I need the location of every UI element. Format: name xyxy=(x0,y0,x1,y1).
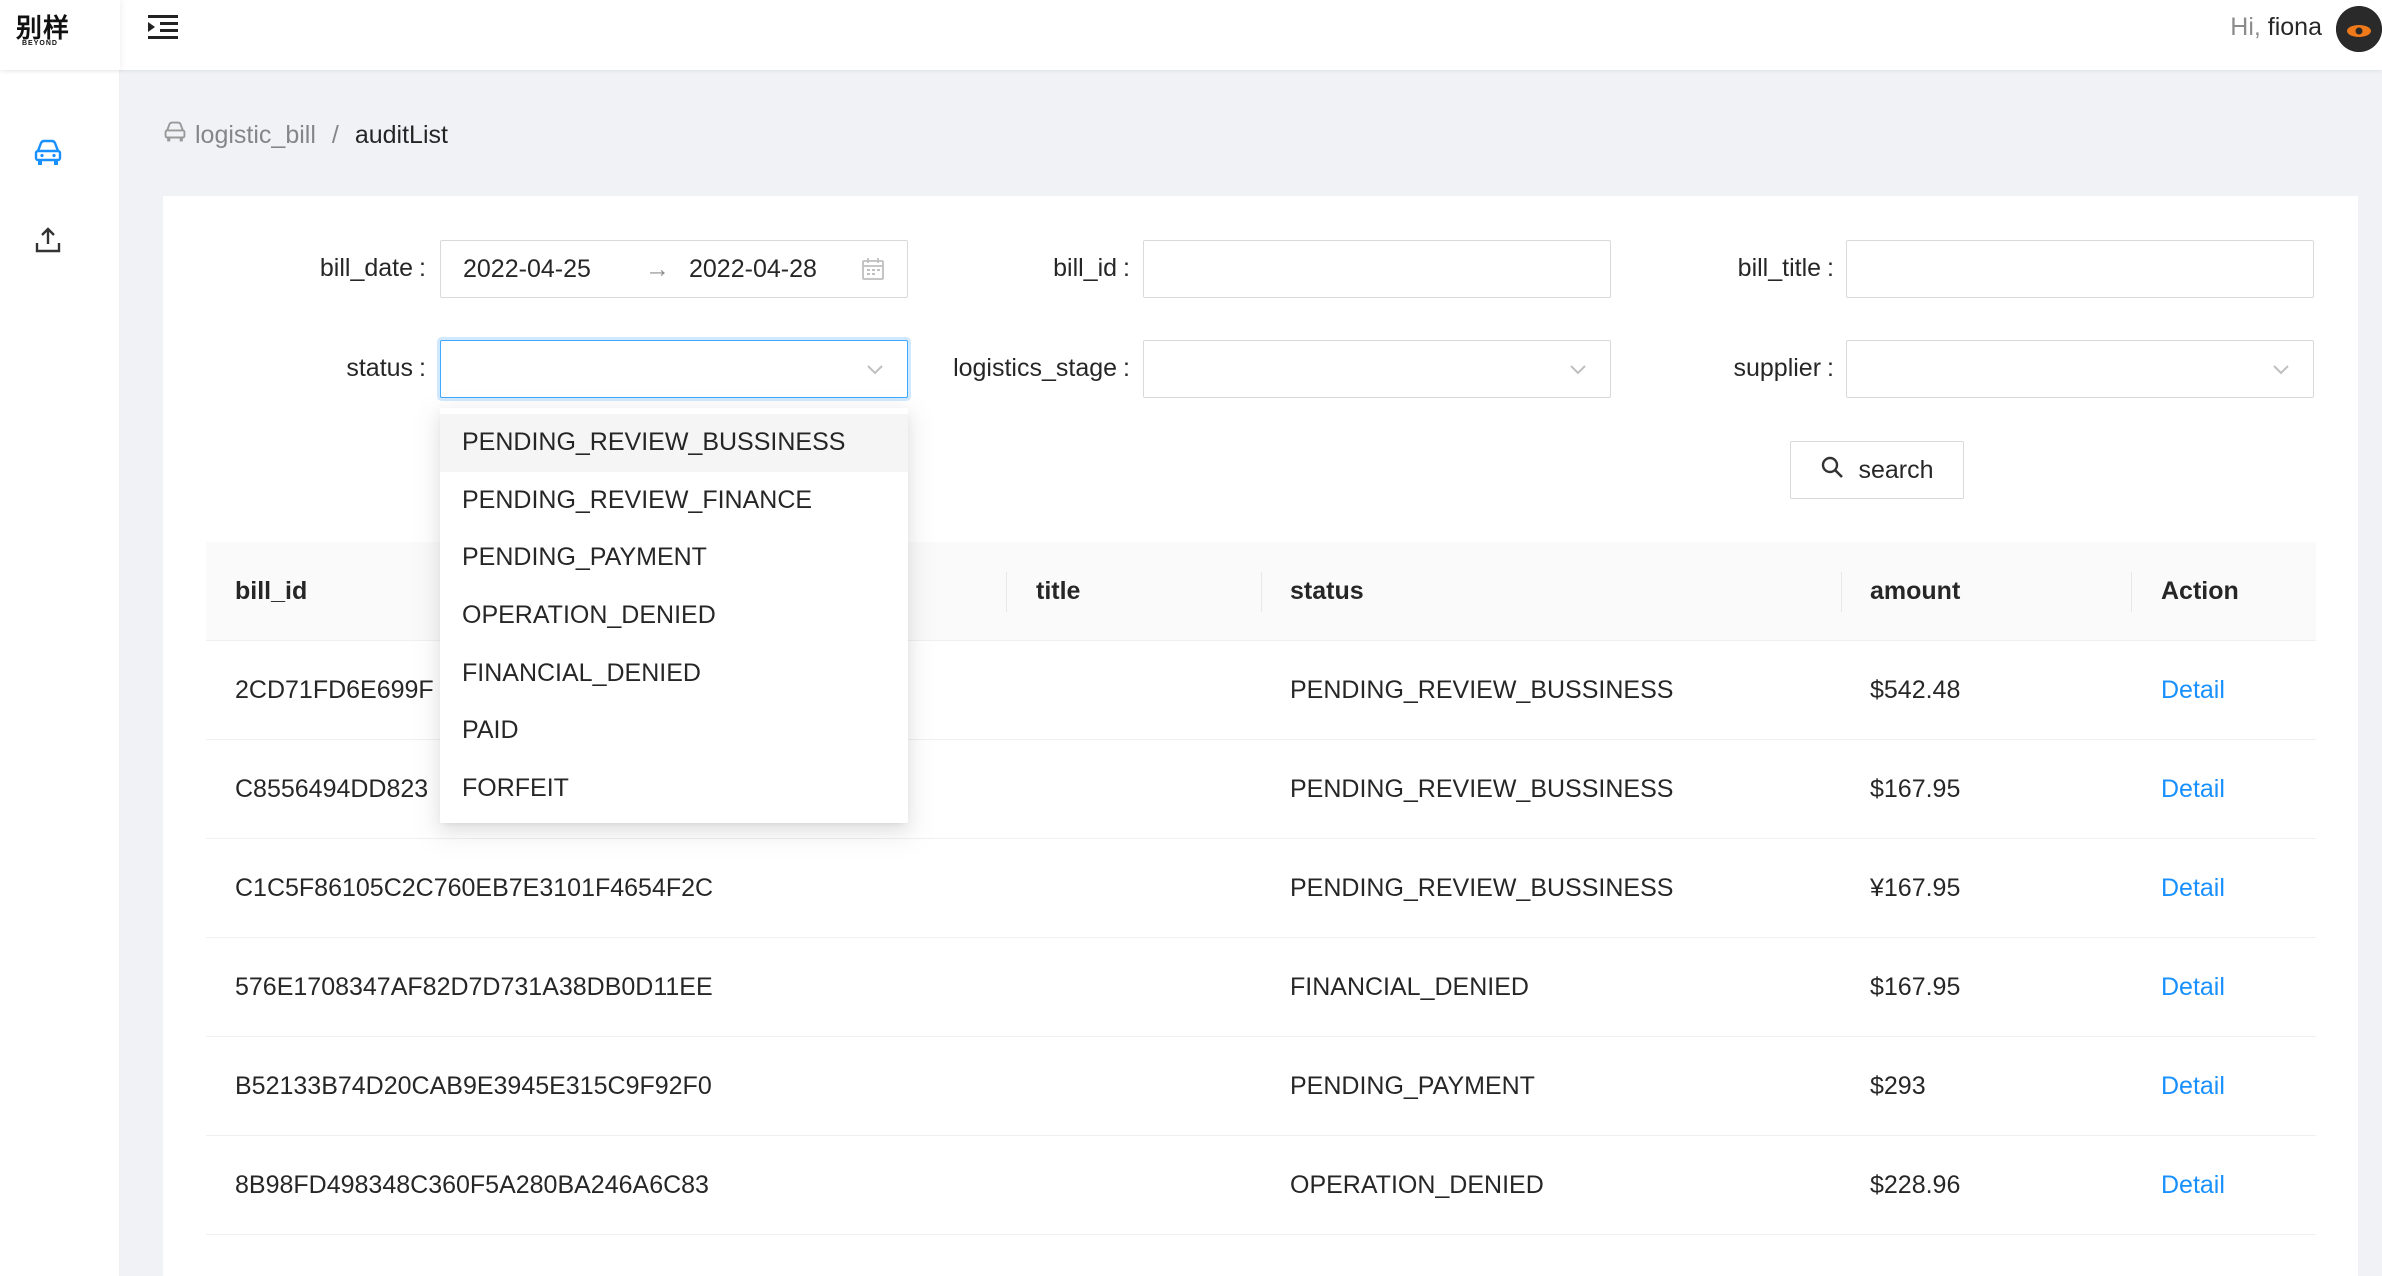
table-row: C1C5F86105C2C760EB7E3101F4654F2C PENDING… xyxy=(206,839,2316,938)
cell-bill-id: 576E1708347AF82D7D731A38DB0D11EE xyxy=(235,973,713,1001)
cell-status: PENDING_REVIEW_BUSSINESS xyxy=(1290,775,1674,803)
cell-bill-id: C1C5F86105C2C760EB7E3101F4654F2C xyxy=(235,874,714,902)
search-button[interactable]: search xyxy=(1790,441,1964,499)
cell-amount: ¥167.95 xyxy=(1870,874,1961,902)
breadcrumb: logistic_bill / auditList xyxy=(163,118,448,152)
status-select[interactable] xyxy=(440,340,908,398)
bill-id-label: bill_id: xyxy=(1053,254,1130,282)
top-header: 别样 BEYOND Hi, fiona xyxy=(0,0,2382,70)
column-divider xyxy=(1261,572,1262,612)
detail-link[interactable]: Detail xyxy=(2161,1136,2225,1235)
bill-date-range-picker[interactable]: 2022-04-25 → 2022-04-28 xyxy=(440,240,908,298)
sidebar-item-logistic-bill[interactable] xyxy=(26,133,70,177)
user-greeting[interactable]: Hi, fiona xyxy=(2230,13,2322,42)
breadcrumb-current: auditList xyxy=(354,120,448,149)
column-header-bill-id: bill_id xyxy=(235,577,308,605)
table-row: 576E1708347AF82D7D731A38DB0D11EE FINANCI… xyxy=(206,938,2316,1037)
column-divider xyxy=(1841,572,1842,612)
cell-amount: $293 xyxy=(1870,1072,1926,1100)
logistics-stage-select[interactable] xyxy=(1143,340,1611,398)
breadcrumb-separator: / xyxy=(331,120,339,149)
sidebar xyxy=(0,70,120,1276)
bill-date-start[interactable]: 2022-04-25 xyxy=(463,255,591,284)
cell-bill-id: 2CD71FD6E699F xyxy=(235,676,434,704)
bill-id-input[interactable] xyxy=(1143,240,1611,298)
date-range-arrow: → xyxy=(645,255,670,283)
cell-amount: $542.48 xyxy=(1870,676,1961,704)
user-name: fiona xyxy=(2267,13,2322,41)
car-icon xyxy=(33,139,63,172)
status-option[interactable]: PENDING_REVIEW_BUSSINESS xyxy=(440,414,908,472)
detail-link[interactable]: Detail xyxy=(2161,938,2225,1037)
status-option[interactable]: FINANCIAL_DENIED xyxy=(440,645,908,703)
supplier-label: supplier: xyxy=(1733,354,1834,382)
chevron-down-icon xyxy=(1568,359,1588,384)
status-option[interactable]: PAID xyxy=(440,702,908,760)
logistics-stage-label: logistics_stage: xyxy=(953,354,1130,382)
chevron-down-icon xyxy=(2271,359,2291,384)
calendar-icon xyxy=(861,257,885,286)
status-label: status: xyxy=(346,354,426,382)
status-dropdown-menu: PENDING_REVIEW_BUSSINESS PENDING_REVIEW_… xyxy=(440,408,908,823)
cell-amount: $167.95 xyxy=(1870,973,1961,1001)
status-option[interactable]: FORFEIT xyxy=(440,760,908,818)
cell-status: PENDING_PAYMENT xyxy=(1290,1072,1535,1100)
column-divider xyxy=(2131,572,2132,612)
status-option[interactable]: OPERATION_DENIED xyxy=(440,587,908,645)
status-option[interactable]: PENDING_PAYMENT xyxy=(440,529,908,587)
bill-date-end[interactable]: 2022-04-28 xyxy=(689,255,817,284)
menu-unfold-icon[interactable] xyxy=(146,12,182,42)
bill-title-input[interactable] xyxy=(1846,240,2314,298)
brand-logo[interactable]: 别样 BEYOND xyxy=(0,0,120,70)
cell-status: PENDING_REVIEW_BUSSINESS xyxy=(1290,874,1674,902)
column-header-status: status xyxy=(1290,577,1364,605)
bill-date-label: bill_date: xyxy=(319,254,426,282)
search-button-label: search xyxy=(1858,455,1934,484)
supplier-select[interactable] xyxy=(1846,340,2314,398)
greeting-hi: Hi, xyxy=(2230,13,2261,41)
sidebar-item-upload[interactable] xyxy=(26,220,70,264)
table-row: 8B98FD498348C360F5A280BA246A6C83 OPERATI… xyxy=(206,1136,2316,1235)
detail-link[interactable]: Detail xyxy=(2161,1037,2225,1136)
breadcrumb-root-label: logistic_bill xyxy=(195,120,316,149)
column-header-title: title xyxy=(1036,577,1081,605)
logo-text-en: BEYOND xyxy=(22,40,58,47)
column-header-amount: amount xyxy=(1870,577,1961,605)
cell-status: OPERATION_DENIED xyxy=(1290,1171,1544,1199)
detail-link[interactable]: Detail xyxy=(2161,839,2225,938)
column-divider xyxy=(1006,572,1007,612)
cell-status: FINANCIAL_DENIED xyxy=(1290,973,1529,1001)
car-icon xyxy=(163,121,187,150)
avatar[interactable] xyxy=(2336,6,2382,52)
cell-status: PENDING_REVIEW_BUSSINESS xyxy=(1290,676,1674,704)
detail-link[interactable]: Detail xyxy=(2161,641,2225,740)
cell-bill-id: 8B98FD498348C360F5A280BA246A6C83 xyxy=(235,1171,709,1199)
search-icon xyxy=(1820,455,1844,486)
cell-amount: $228.96 xyxy=(1870,1171,1961,1199)
column-header-action: Action xyxy=(2161,577,2239,605)
cell-bill-id: B52133B74D20CAB9E3945E315C9F92F0 xyxy=(235,1072,712,1100)
cell-amount: $167.95 xyxy=(1870,775,1961,803)
breadcrumb-root[interactable]: logistic_bill xyxy=(163,121,316,150)
table-row: B52133B74D20CAB9E3945E315C9F92F0 PENDING… xyxy=(206,1037,2316,1136)
status-option[interactable]: PENDING_REVIEW_FINANCE xyxy=(440,472,908,530)
upload-icon xyxy=(34,226,62,259)
cell-bill-id: C8556494DD823 xyxy=(235,775,429,803)
detail-link[interactable]: Detail xyxy=(2161,740,2225,839)
chevron-down-icon xyxy=(865,359,885,384)
bill-title-label: bill_title: xyxy=(1737,254,1834,282)
